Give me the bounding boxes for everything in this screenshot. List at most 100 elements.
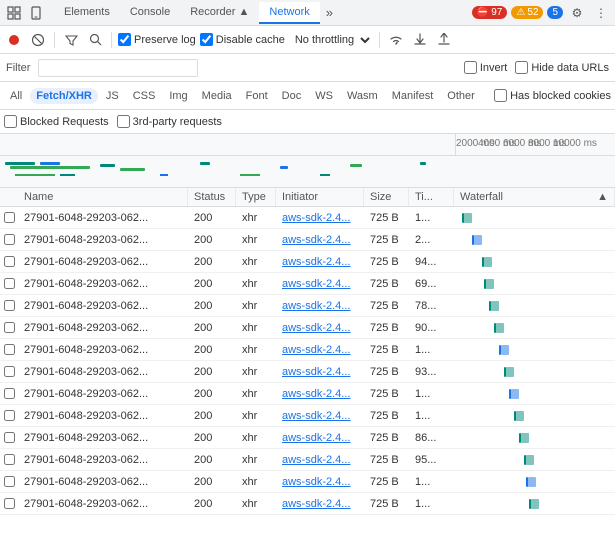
table-row[interactable]: 27901-6048-29203-062... 200 xhr aws-sdk-…	[0, 383, 615, 405]
row-initiator[interactable]: aws-sdk-2.4...	[276, 474, 364, 490]
type-btn-img[interactable]: Img	[163, 88, 193, 104]
invert-checkbox[interactable]	[464, 61, 477, 74]
settings-icon[interactable]: ⚙	[567, 3, 587, 23]
type-btn-ws[interactable]: WS	[309, 88, 339, 104]
row-checkbox[interactable]	[4, 388, 15, 399]
table-row[interactable]: 27901-6048-29203-062... 200 xhr aws-sdk-…	[0, 427, 615, 449]
search-button[interactable]	[85, 30, 105, 50]
row-status: 200	[188, 232, 236, 248]
mobile-icon[interactable]	[26, 3, 46, 23]
row-initiator[interactable]: aws-sdk-2.4...	[276, 342, 364, 358]
type-btn-doc[interactable]: Doc	[276, 88, 308, 104]
th-waterfall[interactable]: Waterfall ▲	[454, 188, 615, 206]
export-button[interactable]	[410, 30, 430, 50]
row-checkbox[interactable]	[4, 498, 15, 509]
type-btn-font[interactable]: Font	[240, 88, 274, 104]
row-initiator[interactable]: aws-sdk-2.4...	[276, 408, 364, 424]
tab-console[interactable]: Console	[120, 2, 180, 24]
row-initiator[interactable]: aws-sdk-2.4...	[276, 364, 364, 380]
hide-data-urls-label[interactable]: Hide data URLs	[515, 61, 609, 74]
import-button[interactable]	[434, 30, 454, 50]
table-row[interactable]: 27901-6048-29203-062... 200 xhr aws-sdk-…	[0, 295, 615, 317]
row-waterfall	[454, 471, 615, 492]
row-initiator[interactable]: aws-sdk-2.4...	[276, 298, 364, 314]
row-checkbox[interactable]	[4, 234, 15, 245]
th-size[interactable]: Size	[364, 188, 409, 206]
table-row[interactable]: 27901-6048-29203-062... 200 xhr aws-sdk-…	[0, 361, 615, 383]
row-checkbox[interactable]	[4, 278, 15, 289]
tab-elements[interactable]: Elements	[54, 2, 120, 24]
type-btn-css[interactable]: CSS	[127, 88, 162, 104]
th-status[interactable]: Status	[188, 188, 236, 206]
type-btn-wasm[interactable]: Wasm	[341, 88, 384, 104]
blocked-requests-label[interactable]: Blocked Requests	[4, 115, 109, 128]
table-row[interactable]: 27901-6048-29203-062... 200 xhr aws-sdk-…	[0, 273, 615, 295]
row-checkbox[interactable]	[4, 256, 15, 267]
type-btn-all[interactable]: All	[4, 88, 28, 104]
tab-network[interactable]: Network	[259, 2, 319, 24]
row-initiator[interactable]: aws-sdk-2.4...	[276, 496, 364, 512]
row-checkbox[interactable]	[4, 366, 15, 377]
disable-cache-label[interactable]: Disable cache	[200, 33, 285, 46]
row-initiator[interactable]: aws-sdk-2.4...	[276, 254, 364, 270]
row-initiator[interactable]: aws-sdk-2.4...	[276, 210, 364, 226]
th-initiator[interactable]: Initiator	[276, 188, 364, 206]
row-checkbox[interactable]	[4, 432, 15, 443]
inspect-icon[interactable]	[4, 3, 24, 23]
th-time[interactable]: Ti...	[409, 188, 454, 206]
table-row[interactable]: 27901-6048-29203-062... 200 xhr aws-sdk-…	[0, 229, 615, 251]
throttle-select[interactable]: No throttling Fast 3G Slow 3G Offline	[289, 32, 373, 48]
type-btn-js[interactable]: JS	[100, 88, 125, 104]
third-party-requests-checkbox[interactable]	[117, 115, 130, 128]
preserve-log-label[interactable]: Preserve log	[118, 33, 196, 46]
clear-button[interactable]	[28, 30, 48, 50]
more-vertical-icon[interactable]: ⋮	[591, 3, 611, 23]
table-row[interactable]: 27901-6048-29203-062... 200 xhr aws-sdk-…	[0, 471, 615, 493]
has-blocked-cookies-checkbox[interactable]	[494, 89, 507, 102]
row-initiator[interactable]: aws-sdk-2.4...	[276, 320, 364, 336]
row-checkbox[interactable]	[4, 344, 15, 355]
th-name[interactable]: Name	[18, 188, 188, 206]
blocked-requests-checkbox[interactable]	[4, 115, 17, 128]
row-initiator[interactable]: aws-sdk-2.4...	[276, 452, 364, 468]
table-row[interactable]: 27901-6048-29203-062... 200 xhr aws-sdk-…	[0, 317, 615, 339]
third-party-requests-label[interactable]: 3rd-party requests	[117, 115, 222, 128]
table-row[interactable]: 27901-6048-29203-062... 200 xhr aws-sdk-…	[0, 251, 615, 273]
row-initiator[interactable]: aws-sdk-2.4...	[276, 276, 364, 292]
row-checkbox[interactable]	[4, 212, 15, 223]
row-checkbox-cell	[0, 454, 18, 465]
type-btn-other[interactable]: Other	[441, 88, 481, 104]
hide-data-urls-checkbox[interactable]	[515, 61, 528, 74]
table-row[interactable]: 27901-6048-29203-062... 200 xhr aws-sdk-…	[0, 339, 615, 361]
disable-cache-checkbox[interactable]	[200, 33, 213, 46]
type-btn-media[interactable]: Media	[196, 88, 238, 104]
has-blocked-cookies-label[interactable]: Has blocked cookies	[494, 89, 611, 102]
type-btn-manifest[interactable]: Manifest	[386, 88, 440, 104]
filter-input[interactable]	[38, 59, 198, 77]
th-type[interactable]: Type	[236, 188, 276, 206]
preserve-log-checkbox[interactable]	[118, 33, 131, 46]
row-checkbox[interactable]	[4, 476, 15, 487]
wifi-icon[interactable]	[386, 30, 406, 50]
table-row[interactable]: 27901-6048-29203-062... 200 xhr aws-sdk-…	[0, 207, 615, 229]
filter-button[interactable]	[61, 30, 81, 50]
table-row[interactable]: 27901-6048-29203-062... 200 xhr aws-sdk-…	[0, 405, 615, 427]
record-button[interactable]	[4, 30, 24, 50]
row-name: 27901-6048-29203-062...	[18, 452, 188, 468]
row-checkbox-cell	[0, 344, 18, 355]
row-checkbox[interactable]	[4, 410, 15, 421]
tab-recorder[interactable]: Recorder ▲	[180, 2, 259, 24]
row-checkbox-cell	[0, 476, 18, 487]
tab-more-button[interactable]: »	[320, 2, 339, 24]
row-initiator[interactable]: aws-sdk-2.4...	[276, 386, 364, 402]
row-checkbox-cell	[0, 322, 18, 333]
invert-label[interactable]: Invert	[464, 61, 508, 74]
row-initiator[interactable]: aws-sdk-2.4...	[276, 232, 364, 248]
type-btn-fetchxhr[interactable]: Fetch/XHR	[30, 88, 98, 104]
table-row[interactable]: 27901-6048-29203-062... 200 xhr aws-sdk-…	[0, 493, 615, 515]
row-initiator[interactable]: aws-sdk-2.4...	[276, 430, 364, 446]
row-checkbox[interactable]	[4, 322, 15, 333]
row-checkbox[interactable]	[4, 300, 15, 311]
row-checkbox[interactable]	[4, 454, 15, 465]
table-row[interactable]: 27901-6048-29203-062... 200 xhr aws-sdk-…	[0, 449, 615, 471]
